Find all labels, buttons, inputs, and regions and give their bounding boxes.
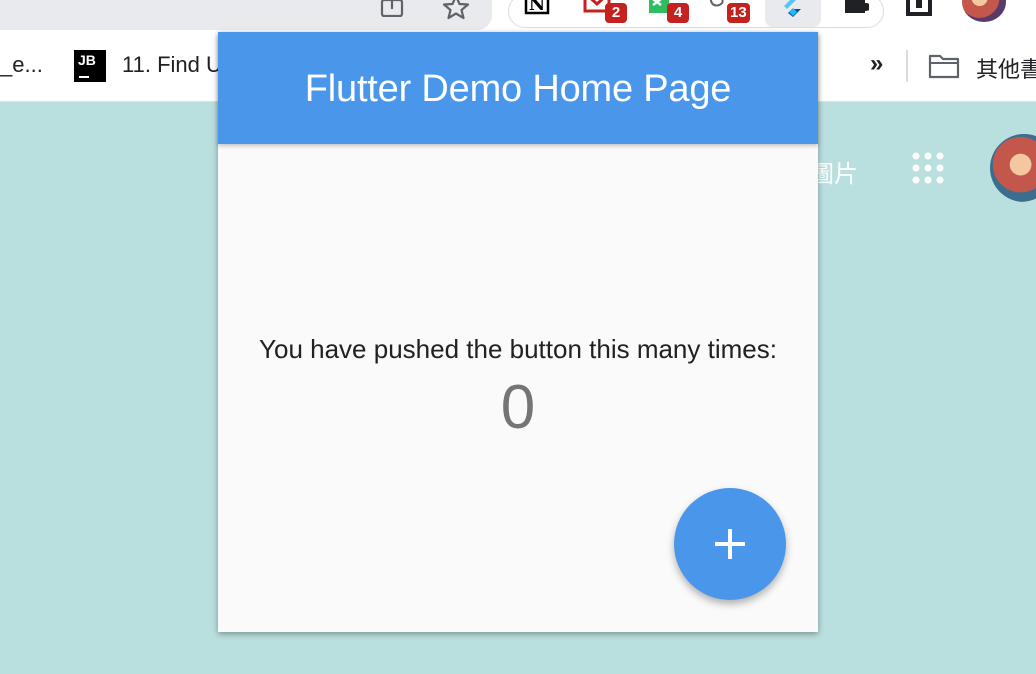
share-icon[interactable] (380, 0, 404, 17)
notion-icon[interactable]: N (523, 0, 551, 15)
counter-value: 0 (500, 373, 536, 442)
bookmark-item[interactable]: 11. Find U (122, 52, 222, 78)
bookmarks-overflow-button[interactable]: » (870, 50, 883, 78)
star-icon[interactable] (442, 0, 470, 20)
apps-grid-icon[interactable] (910, 150, 946, 186)
flutter-extension-button[interactable] (765, 0, 821, 27)
app-bar: Flutter Demo Home Page (218, 32, 818, 144)
counter-label: You have pushed the button this many tim… (259, 334, 777, 364)
flutter-icon (784, 0, 801, 17)
flutter-app-popup: Flutter Demo Home Page You have pushed t… (218, 32, 818, 632)
profile-avatar[interactable] (962, 0, 1006, 22)
page-profile-avatar[interactable] (990, 134, 1036, 202)
evernote-badge: 4 (667, 3, 689, 23)
tab-search-icon[interactable] (906, 0, 932, 16)
folder-icon[interactable] (928, 53, 960, 79)
bookmark-item[interactable]: _e... (0, 52, 43, 78)
jetbrains-icon: JB (74, 50, 106, 82)
svg-text:N: N (529, 0, 545, 15)
gmail-badge: 2 (605, 3, 627, 23)
increment-button[interactable] (674, 488, 786, 600)
puzzle-icon[interactable] (841, 0, 869, 15)
extension-badge: 13 (727, 3, 750, 23)
browser-toolbar: N 2 4 13 (0, 0, 1036, 30)
bookmarks-divider (906, 50, 908, 82)
extensions-bar: N 2 4 13 (508, 0, 884, 28)
other-bookmarks-label[interactable]: 其他書 (976, 52, 1036, 84)
plus-icon (715, 529, 745, 559)
app-title: Flutter Demo Home Page (304, 68, 732, 110)
address-bar[interactable] (0, 0, 492, 30)
